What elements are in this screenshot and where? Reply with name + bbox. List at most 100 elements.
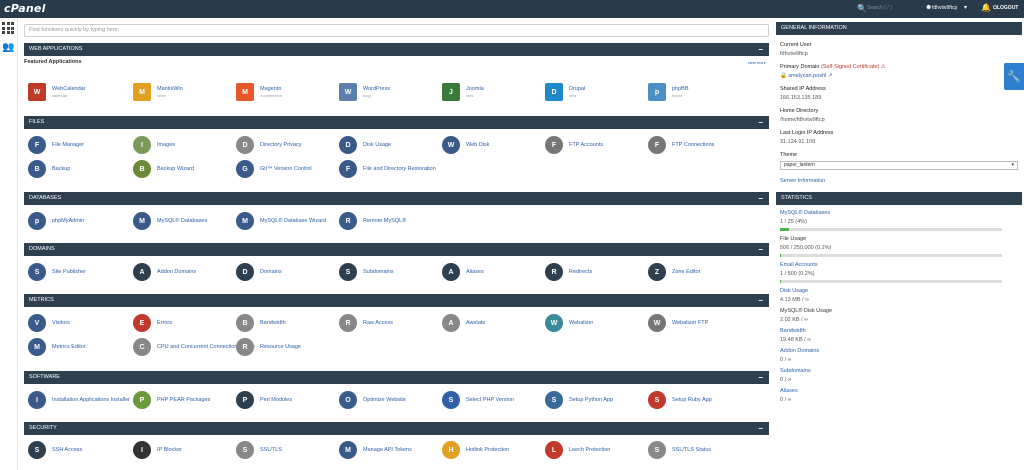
app-item-ruby[interactable]: S Setup Ruby App — [648, 390, 712, 410]
app-item-addon-domains[interactable]: A Addon Domains — [133, 262, 196, 282]
app-item-remote-mysql[interactable]: R Remote MySQL® — [339, 211, 406, 231]
top-search-input[interactable]: Search ( / ) — [867, 5, 915, 13]
ssh-access-icon: S — [28, 441, 46, 459]
theme-value: paper_lantern — [784, 162, 815, 168]
app-item-category: calendar — [52, 92, 68, 98]
app-item-php-version[interactable]: S Select PHP Version — [442, 390, 514, 410]
stat-name[interactable]: Aliases — [780, 388, 1018, 394]
cpanel-logo[interactable]: cPanel — [4, 2, 46, 15]
app-item-ssh-access[interactable]: S SSH Access — [28, 440, 82, 460]
app-item-domains[interactable]: D Domains — [236, 262, 282, 282]
app-item-ftp-accounts[interactable]: F FTP Accounts — [545, 135, 603, 155]
app-item-ssl-tls[interactable]: S SSL/TLS — [236, 440, 282, 460]
collapse-icon[interactable]: – — [759, 294, 763, 307]
app-item-label: SSL/TLS — [260, 446, 283, 453]
app-item-git[interactable]: G Git™ Version Control — [236, 159, 312, 179]
app-item-calendar[interactable]: W WebCalendar calendar — [28, 82, 86, 102]
app-item-phpmyadmin[interactable]: p phpMyAdmin — [28, 211, 84, 231]
app-item-ssl-status[interactable]: S SSL/TLS Status — [648, 440, 711, 460]
section-header[interactable]: METRICS – — [24, 294, 769, 307]
app-item-zone-editor[interactable]: Z Zone Editor — [648, 262, 700, 282]
app-item-joomla[interactable]: J Joomla cms — [442, 82, 484, 102]
app-item-backup-wizard[interactable]: B Backup Wizard — [133, 159, 194, 179]
app-item-mantis[interactable]: M MantisWin other — [133, 82, 183, 102]
app-item-mysql-databases[interactable]: M MySQL® Databases — [133, 211, 207, 231]
wordpress-icon: W — [339, 83, 357, 101]
theme-select[interactable]: paper_lantern ▾ — [780, 161, 1018, 170]
find-functions-input[interactable]: Find functions quickly by typing here. — [24, 24, 769, 37]
app-item-directory-privacy[interactable]: D Directory Privacy — [236, 135, 302, 155]
collapse-icon[interactable]: – — [759, 371, 763, 384]
app-item-api-tokens[interactable]: M Manage API Tokens — [339, 440, 412, 460]
app-item-subdomains[interactable]: S Subdomains — [339, 262, 394, 282]
bell-icon[interactable]: 🔔 — [981, 3, 991, 12]
app-item-backup[interactable]: B Backup — [28, 159, 70, 179]
collapse-icon[interactable]: – — [759, 243, 763, 256]
usage-bar — [780, 280, 1002, 283]
app-item-web-disk[interactable]: W Web Disk — [442, 135, 489, 155]
app-item-disk-usage[interactable]: D Disk Usage — [339, 135, 391, 155]
section-header[interactable]: DOMAINS – — [24, 243, 769, 256]
ip-blocker-icon: I — [133, 441, 151, 459]
view-more-link[interactable]: view more — [748, 60, 766, 65]
app-item-php-pear[interactable]: P PHP PEAR Packages — [133, 390, 210, 410]
app-item-leech[interactable]: L Leech Protection — [545, 440, 610, 460]
section-header[interactable]: SECURITY – — [24, 422, 769, 435]
self-signed-link[interactable]: (Self-Signed Certificate) — [821, 64, 879, 70]
app-item-site-publisher[interactable]: S Site Publisher — [28, 262, 86, 282]
search-icon[interactable]: 🔍 — [857, 4, 867, 13]
stat-name[interactable]: Disk Usage — [780, 288, 1018, 294]
file-manager-icon: F — [28, 136, 46, 154]
backup-wizard-icon: B — [133, 160, 151, 178]
app-item-hotlink[interactable]: H Hotlink Protection — [442, 440, 509, 460]
app-item-bandwidth[interactable]: B Bandwidth — [236, 313, 286, 333]
app-item-raw-access[interactable]: R Raw Access — [339, 313, 393, 333]
app-item-installer[interactable]: I Installation Applications Installer — [28, 390, 130, 410]
app-item-restore[interactable]: F File and Directory Restoration — [339, 159, 436, 179]
app-item-awstats[interactable]: A Awstats — [442, 313, 485, 333]
app-item-phpbb[interactable]: p phpBB forum — [648, 82, 689, 102]
section-header[interactable]: WEB APPLICATIONS – — [24, 43, 769, 56]
app-item-label: Resource Usage — [260, 343, 301, 350]
apps-grid-icon[interactable] — [2, 22, 14, 34]
app-item-perl-modules[interactable]: P Perl Modules — [236, 390, 292, 410]
stat-name[interactable]: Email Accounts — [780, 262, 1018, 268]
collapse-icon[interactable]: – — [759, 192, 763, 205]
app-item-webalizer-ftp[interactable]: W Webalizer FTP — [648, 313, 708, 333]
app-item-errors[interactable]: E Errors — [133, 313, 172, 333]
user-menu[interactable]: fdhvtw9ftcp — [932, 5, 957, 11]
app-item-visitors[interactable]: V Visitors — [28, 313, 70, 333]
app-item-metrics-editor[interactable]: M Metrics Editor — [28, 337, 86, 357]
app-item-webalizer[interactable]: W Webalizer — [545, 313, 593, 333]
stat-name[interactable]: MySQL® Databases — [780, 210, 1018, 216]
stat-name[interactable]: Bandwidth — [780, 328, 1018, 334]
app-item-ip-blocker[interactable]: I IP Blocker — [133, 440, 182, 460]
app-item-wordpress[interactable]: W WordPress blog — [339, 82, 390, 102]
primary-domain-link[interactable]: 🔒 smelycan.poshl ↗ — [776, 73, 1022, 79]
collapse-icon[interactable]: – — [759, 422, 763, 435]
app-item-redirects[interactable]: R Redirects — [545, 262, 592, 282]
server-info-link[interactable]: Server Information — [776, 178, 1022, 184]
app-item-file-manager[interactable]: F File Manager — [28, 135, 84, 155]
app-item-drupal[interactable]: D Drupal cms — [545, 82, 585, 102]
stat-name[interactable]: Addon Domains — [780, 348, 1018, 354]
app-item-magento[interactable]: M Magento e-commerce — [236, 82, 282, 102]
stat-name[interactable]: Subdomains — [780, 368, 1018, 374]
collapse-icon[interactable]: – — [759, 116, 763, 129]
app-item-optimize-website[interactable]: O Optimize Website — [339, 390, 406, 410]
app-item-ftp-connections[interactable]: F FTP Connections — [648, 135, 714, 155]
collapse-icon[interactable]: – — [759, 43, 763, 56]
app-item-python[interactable]: S Setup Python App — [545, 390, 613, 410]
app-item-aliases[interactable]: A Aliases — [442, 262, 484, 282]
wrench-icon[interactable]: 🔧 — [1004, 63, 1024, 90]
section-header[interactable]: FILES – — [24, 116, 769, 129]
section-header[interactable]: SOFTWARE – — [24, 371, 769, 384]
app-item-mysql-wizard[interactable]: M MySQL® Database Wizard — [236, 211, 326, 231]
logout-button[interactable]: ⏻LOGOUT — [993, 5, 1018, 11]
section-header[interactable]: DATABASES – — [24, 192, 769, 205]
chevron-down-icon[interactable]: ▾ — [964, 4, 967, 11]
primary-domain-label: Primary Domain (Self-Signed Certificate)… — [776, 64, 1022, 70]
app-item-resource-usage[interactable]: R Resource Usage — [236, 337, 301, 357]
app-item-images[interactable]: I Images — [133, 135, 175, 155]
users-icon[interactable]: 👥 — [2, 42, 14, 53]
